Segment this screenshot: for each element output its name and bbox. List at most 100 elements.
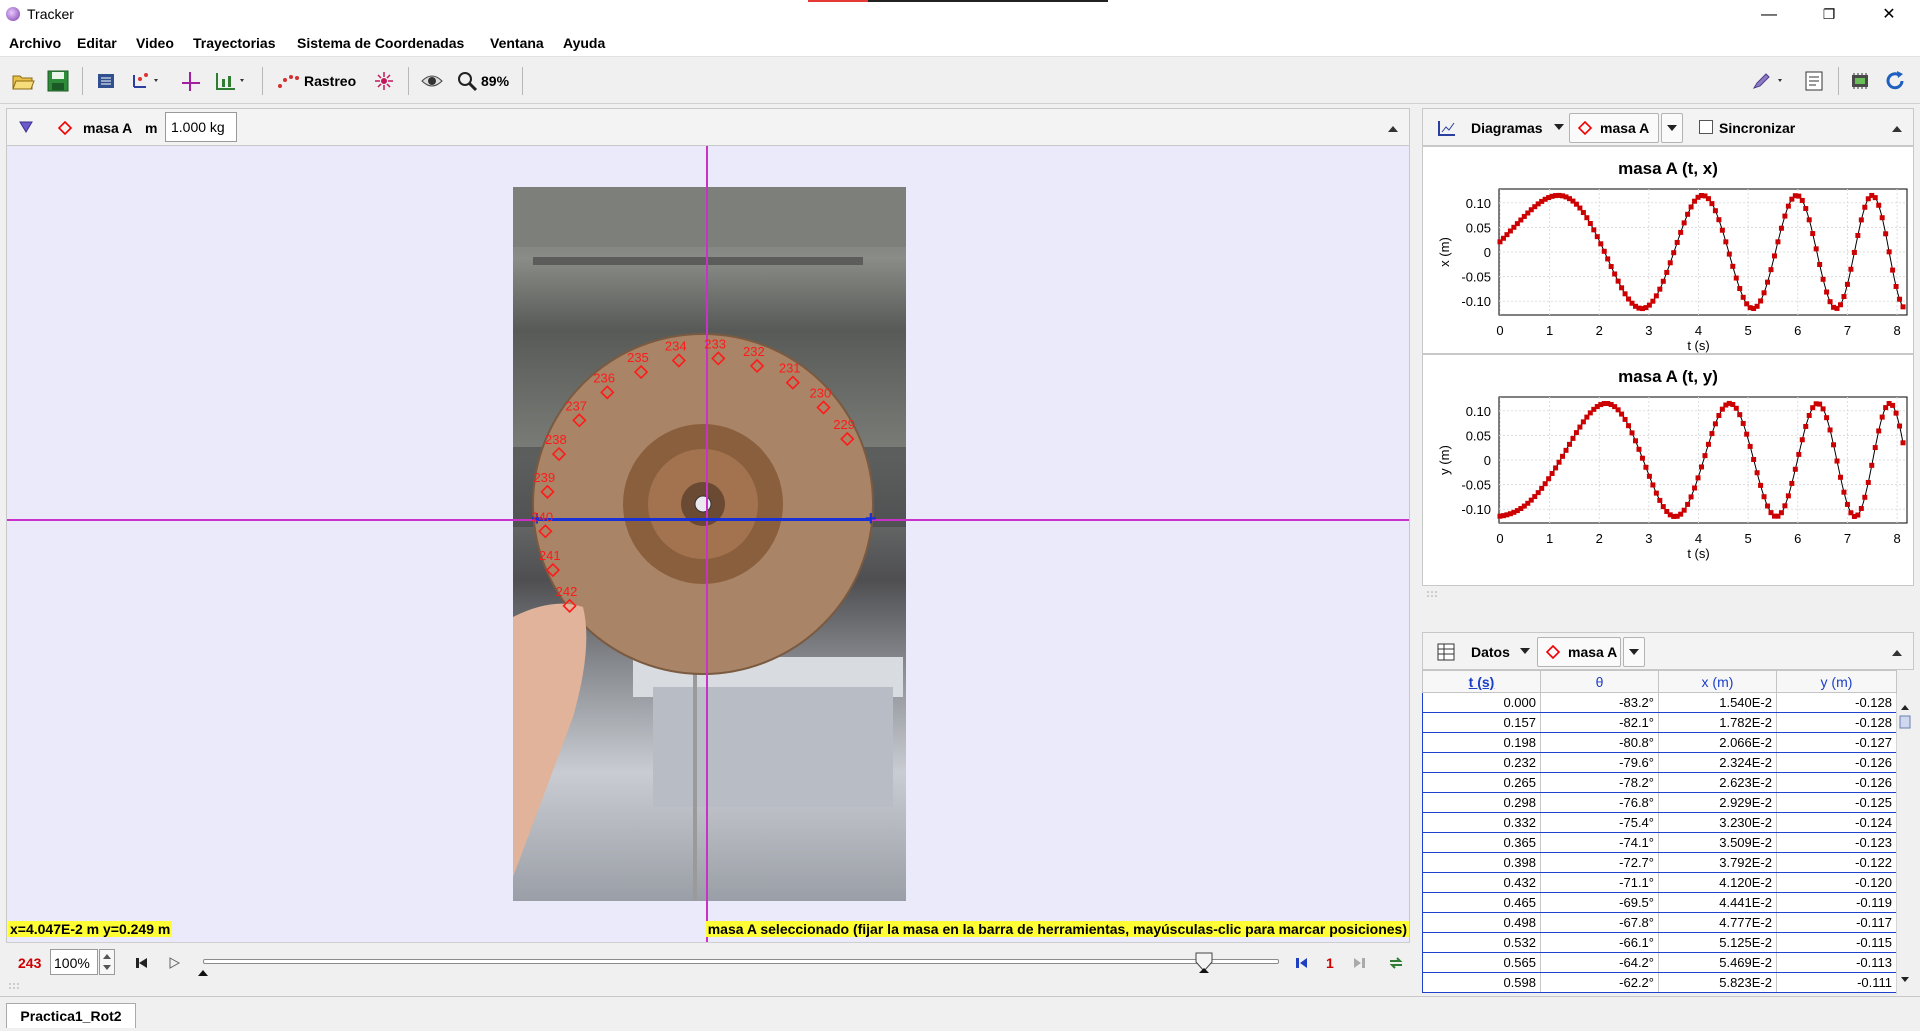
data-point[interactable] — [1834, 458, 1840, 464]
data-point[interactable] — [1820, 276, 1826, 282]
menu-ayuda[interactable]: Ayuda — [563, 35, 605, 51]
data-point[interactable] — [1688, 204, 1694, 210]
data-point[interactable] — [1771, 253, 1777, 259]
table-cell[interactable]: 0.000 — [1422, 692, 1541, 713]
table-track-selector[interactable]: masa A — [1537, 637, 1621, 667]
track-marker[interactable]: 232 — [743, 344, 765, 374]
track-marker[interactable]: 229 — [833, 417, 855, 447]
table-cell[interactable]: 0.598 — [1422, 972, 1541, 993]
data-point[interactable] — [1778, 225, 1784, 231]
data-point[interactable] — [1897, 423, 1903, 429]
data-point[interactable] — [1848, 266, 1854, 272]
data-point[interactable] — [1580, 210, 1586, 216]
data-point[interactable] — [1678, 229, 1684, 235]
data-point[interactable] — [1622, 416, 1628, 422]
table-row[interactable]: 0.157 -82.1° 1.782E-2 -0.128 — [1422, 712, 1897, 733]
data-point[interactable] — [1806, 217, 1812, 223]
track-name[interactable]: masa A — [83, 120, 132, 136]
start-marker-icon[interactable] — [197, 969, 209, 977]
collapse-arrow-icon[interactable] — [1387, 123, 1399, 133]
data-point[interactable] — [1775, 239, 1781, 245]
data-point[interactable] — [1740, 294, 1746, 300]
data-point[interactable] — [1577, 205, 1583, 211]
data-point[interactable] — [1865, 479, 1871, 485]
data-point[interactable] — [1799, 437, 1805, 443]
track-marker[interactable]: 238 — [545, 432, 567, 462]
data-point[interactable] — [1844, 501, 1850, 507]
data-point[interactable] — [1733, 275, 1739, 281]
plot-y-canvas[interactable]: masa A (t, y) 0.10 0.05 0 -0.05 -0.10 0 1 2 3 4 5 6 7… — [1423, 355, 1913, 585]
plot-track-selector[interactable]: masa A — [1569, 113, 1659, 143]
playback-slider-thumb[interactable] — [1195, 952, 1213, 978]
table-cell[interactable]: 3.792E-2 — [1658, 852, 1777, 873]
table-cell[interactable]: -62.2° — [1540, 972, 1659, 993]
table-cell[interactable]: 4.777E-2 — [1658, 912, 1777, 933]
table-row[interactable]: 0.432 -71.1° 4.120E-2 -0.120 — [1422, 872, 1897, 893]
data-point[interactable] — [1619, 285, 1625, 291]
table-row[interactable]: 0.000 -83.2° 1.540E-2 -0.128 — [1422, 692, 1897, 713]
rate-spinner[interactable] — [99, 949, 115, 975]
splitter-dots-icon[interactable] — [8, 982, 22, 992]
track-marker[interactable]: 242 — [556, 584, 578, 613]
menu-ventana[interactable]: Ventana — [490, 35, 544, 51]
menu-sistema-coordenadas[interactable]: Sistema de Coordenadas — [297, 35, 464, 51]
data-point[interactable] — [1883, 231, 1889, 237]
video-view[interactable]: + + 229 230 231 232 233 234 235 236 237 238 239 240… — [6, 146, 1410, 942]
play-icon[interactable] — [167, 956, 181, 970]
table-cell[interactable]: -67.8° — [1540, 912, 1659, 933]
data-point[interactable] — [1598, 241, 1604, 247]
save-icon[interactable] — [46, 69, 70, 93]
data-point[interactable] — [1855, 512, 1861, 518]
data-point[interactable] — [1737, 412, 1743, 418]
zoom-icon[interactable] — [455, 69, 479, 93]
table-cell[interactable]: -83.2° — [1540, 692, 1659, 713]
notes-icon[interactable] — [1802, 69, 1826, 93]
data-point[interactable] — [1560, 453, 1566, 459]
data-point[interactable] — [1577, 424, 1583, 430]
menu-trayectorias[interactable]: Trayectorias — [193, 35, 276, 51]
data-point[interactable] — [1893, 410, 1899, 416]
data-point[interactable] — [1657, 286, 1663, 292]
data-point[interactable] — [1799, 197, 1805, 203]
column-header[interactable]: t (s) — [1422, 670, 1541, 693]
table-cell[interactable]: 0.157 — [1422, 712, 1541, 733]
track-markers[interactable]: 229 230 231 232 233 234 235 236 237 238 239 240 241 2… — [7, 146, 1410, 942]
track-marker[interactable]: 235 — [627, 350, 649, 380]
table-cell[interactable]: -0.119 — [1776, 892, 1897, 913]
data-point[interactable] — [1824, 289, 1830, 295]
tab-practica1-rot2[interactable]: Practica1_Rot2 — [6, 1003, 136, 1028]
sync-checkbox[interactable] — [1699, 120, 1713, 134]
data-point[interactable] — [1702, 453, 1708, 459]
track-marker[interactable]: 239 — [533, 470, 555, 500]
table-cell[interactable]: 5.125E-2 — [1658, 932, 1777, 953]
data-point[interactable] — [1549, 470, 1555, 476]
data-point[interactable] — [1844, 281, 1850, 287]
table-cell[interactable]: 0.298 — [1422, 792, 1541, 813]
track-marker[interactable]: 230 — [810, 385, 832, 415]
table-cell[interactable]: -75.4° — [1540, 812, 1659, 833]
trace-icon[interactable] — [275, 69, 301, 93]
table-cell[interactable]: 2.623E-2 — [1658, 772, 1777, 793]
data-point[interactable] — [1612, 271, 1618, 277]
spinner-arrows-icon[interactable] — [100, 950, 114, 974]
data-point[interactable] — [1681, 507, 1687, 513]
data-point[interactable] — [1556, 459, 1562, 465]
data-point[interactable] — [1660, 278, 1666, 284]
rewind-to-start-icon[interactable] — [135, 956, 149, 970]
data-point[interactable] — [1716, 217, 1722, 223]
data-point[interactable] — [1674, 239, 1680, 245]
table-cell[interactable]: -0.128 — [1776, 692, 1897, 713]
data-point[interactable] — [1796, 193, 1802, 199]
table-cell[interactable]: -0.128 — [1776, 712, 1897, 733]
data-point[interactable] — [1879, 414, 1885, 420]
table-cell[interactable]: 2.929E-2 — [1658, 792, 1777, 813]
table-row[interactable]: 0.565 -64.2° 5.469E-2 -0.113 — [1422, 952, 1897, 973]
loop-icon[interactable] — [1388, 955, 1404, 971]
data-point[interactable] — [1758, 298, 1764, 304]
data-point[interactable] — [1827, 299, 1833, 305]
data-point[interactable] — [1632, 438, 1638, 444]
data-point[interactable] — [1636, 446, 1642, 452]
data-point[interactable] — [1792, 466, 1798, 472]
visibility-eye-icon[interactable] — [420, 69, 444, 93]
data-point[interactable] — [1747, 443, 1753, 449]
